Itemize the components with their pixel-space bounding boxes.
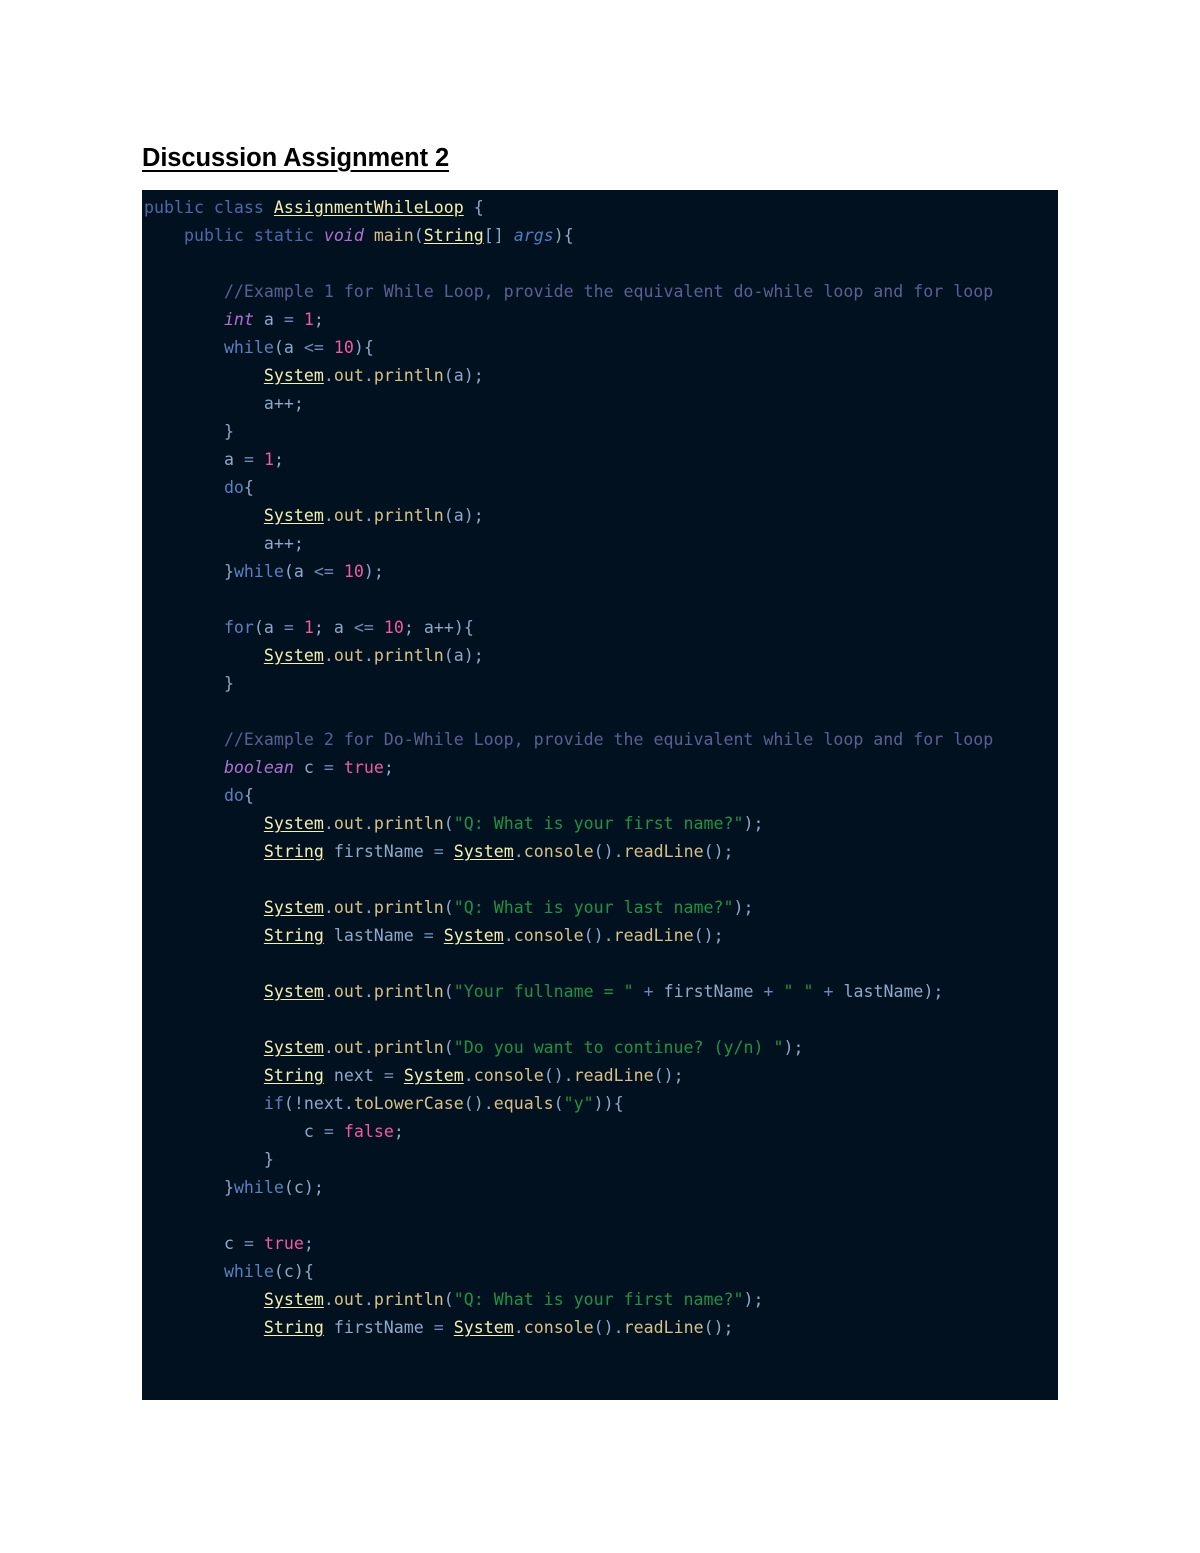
code-line: System.out.println("Q: What is your last…	[263, 898, 754, 917]
code-line: for(a = 1; a <= 10; a++){	[223, 618, 474, 637]
document-page: Discussion Assignment 2 public class Ass…	[0, 0, 1200, 1553]
code-line: do{	[223, 478, 254, 497]
code-line: System.out.println(a);	[263, 366, 484, 385]
code-line: a = 1;	[223, 450, 284, 469]
code-line: c = true;	[223, 1234, 314, 1253]
code-line: if(!next.toLowerCase().equals("y")){	[263, 1094, 624, 1113]
code-line: }	[223, 422, 234, 441]
code-line: do{	[223, 786, 254, 805]
code-line: public static void main(String[] args){	[183, 226, 574, 245]
code-line: System.out.println(a);	[263, 506, 484, 525]
page-title: Discussion Assignment 2	[142, 144, 450, 172]
code-line: a++;	[263, 394, 304, 413]
code-line: boolean c = true;	[223, 758, 394, 777]
code-line: while(c){	[223, 1262, 314, 1281]
code-line: String firstName = System.console().read…	[263, 1318, 734, 1337]
code-line: System.out.println("Your fullname = " + …	[263, 982, 944, 1001]
code-line: String firstName = System.console().read…	[263, 842, 734, 861]
code-line: a++;	[263, 534, 304, 553]
code-line: while(a <= 10){	[223, 338, 374, 357]
code-line: public class AssignmentWhileLoop {	[144, 198, 484, 217]
code-line: String lastName = System.console().readL…	[263, 926, 724, 945]
code-line: c = false;	[303, 1122, 404, 1141]
code-line: int a = 1;	[223, 310, 324, 329]
code-lines: public class AssignmentWhileLoop { publi…	[142, 194, 1058, 1342]
code-line: }while(a <= 10);	[223, 562, 384, 581]
code-line: System.out.println("Do you want to conti…	[263, 1038, 804, 1057]
java-code-block: public class AssignmentWhileLoop { publi…	[142, 190, 1058, 1400]
code-line: //Example 1 for While Loop, provide the …	[223, 282, 994, 301]
code-line: String next = System.console().readLine(…	[263, 1066, 684, 1085]
code-line: //Example 2 for Do-While Loop, provide t…	[223, 730, 994, 749]
code-line: }	[263, 1150, 274, 1169]
code-line: System.out.println("Q: What is your firs…	[263, 1290, 764, 1309]
code-line: System.out.println("Q: What is your firs…	[263, 814, 764, 833]
code-line: System.out.println(a);	[263, 646, 484, 665]
code-line: }	[223, 674, 234, 693]
code-line: }while(c);	[223, 1178, 324, 1197]
